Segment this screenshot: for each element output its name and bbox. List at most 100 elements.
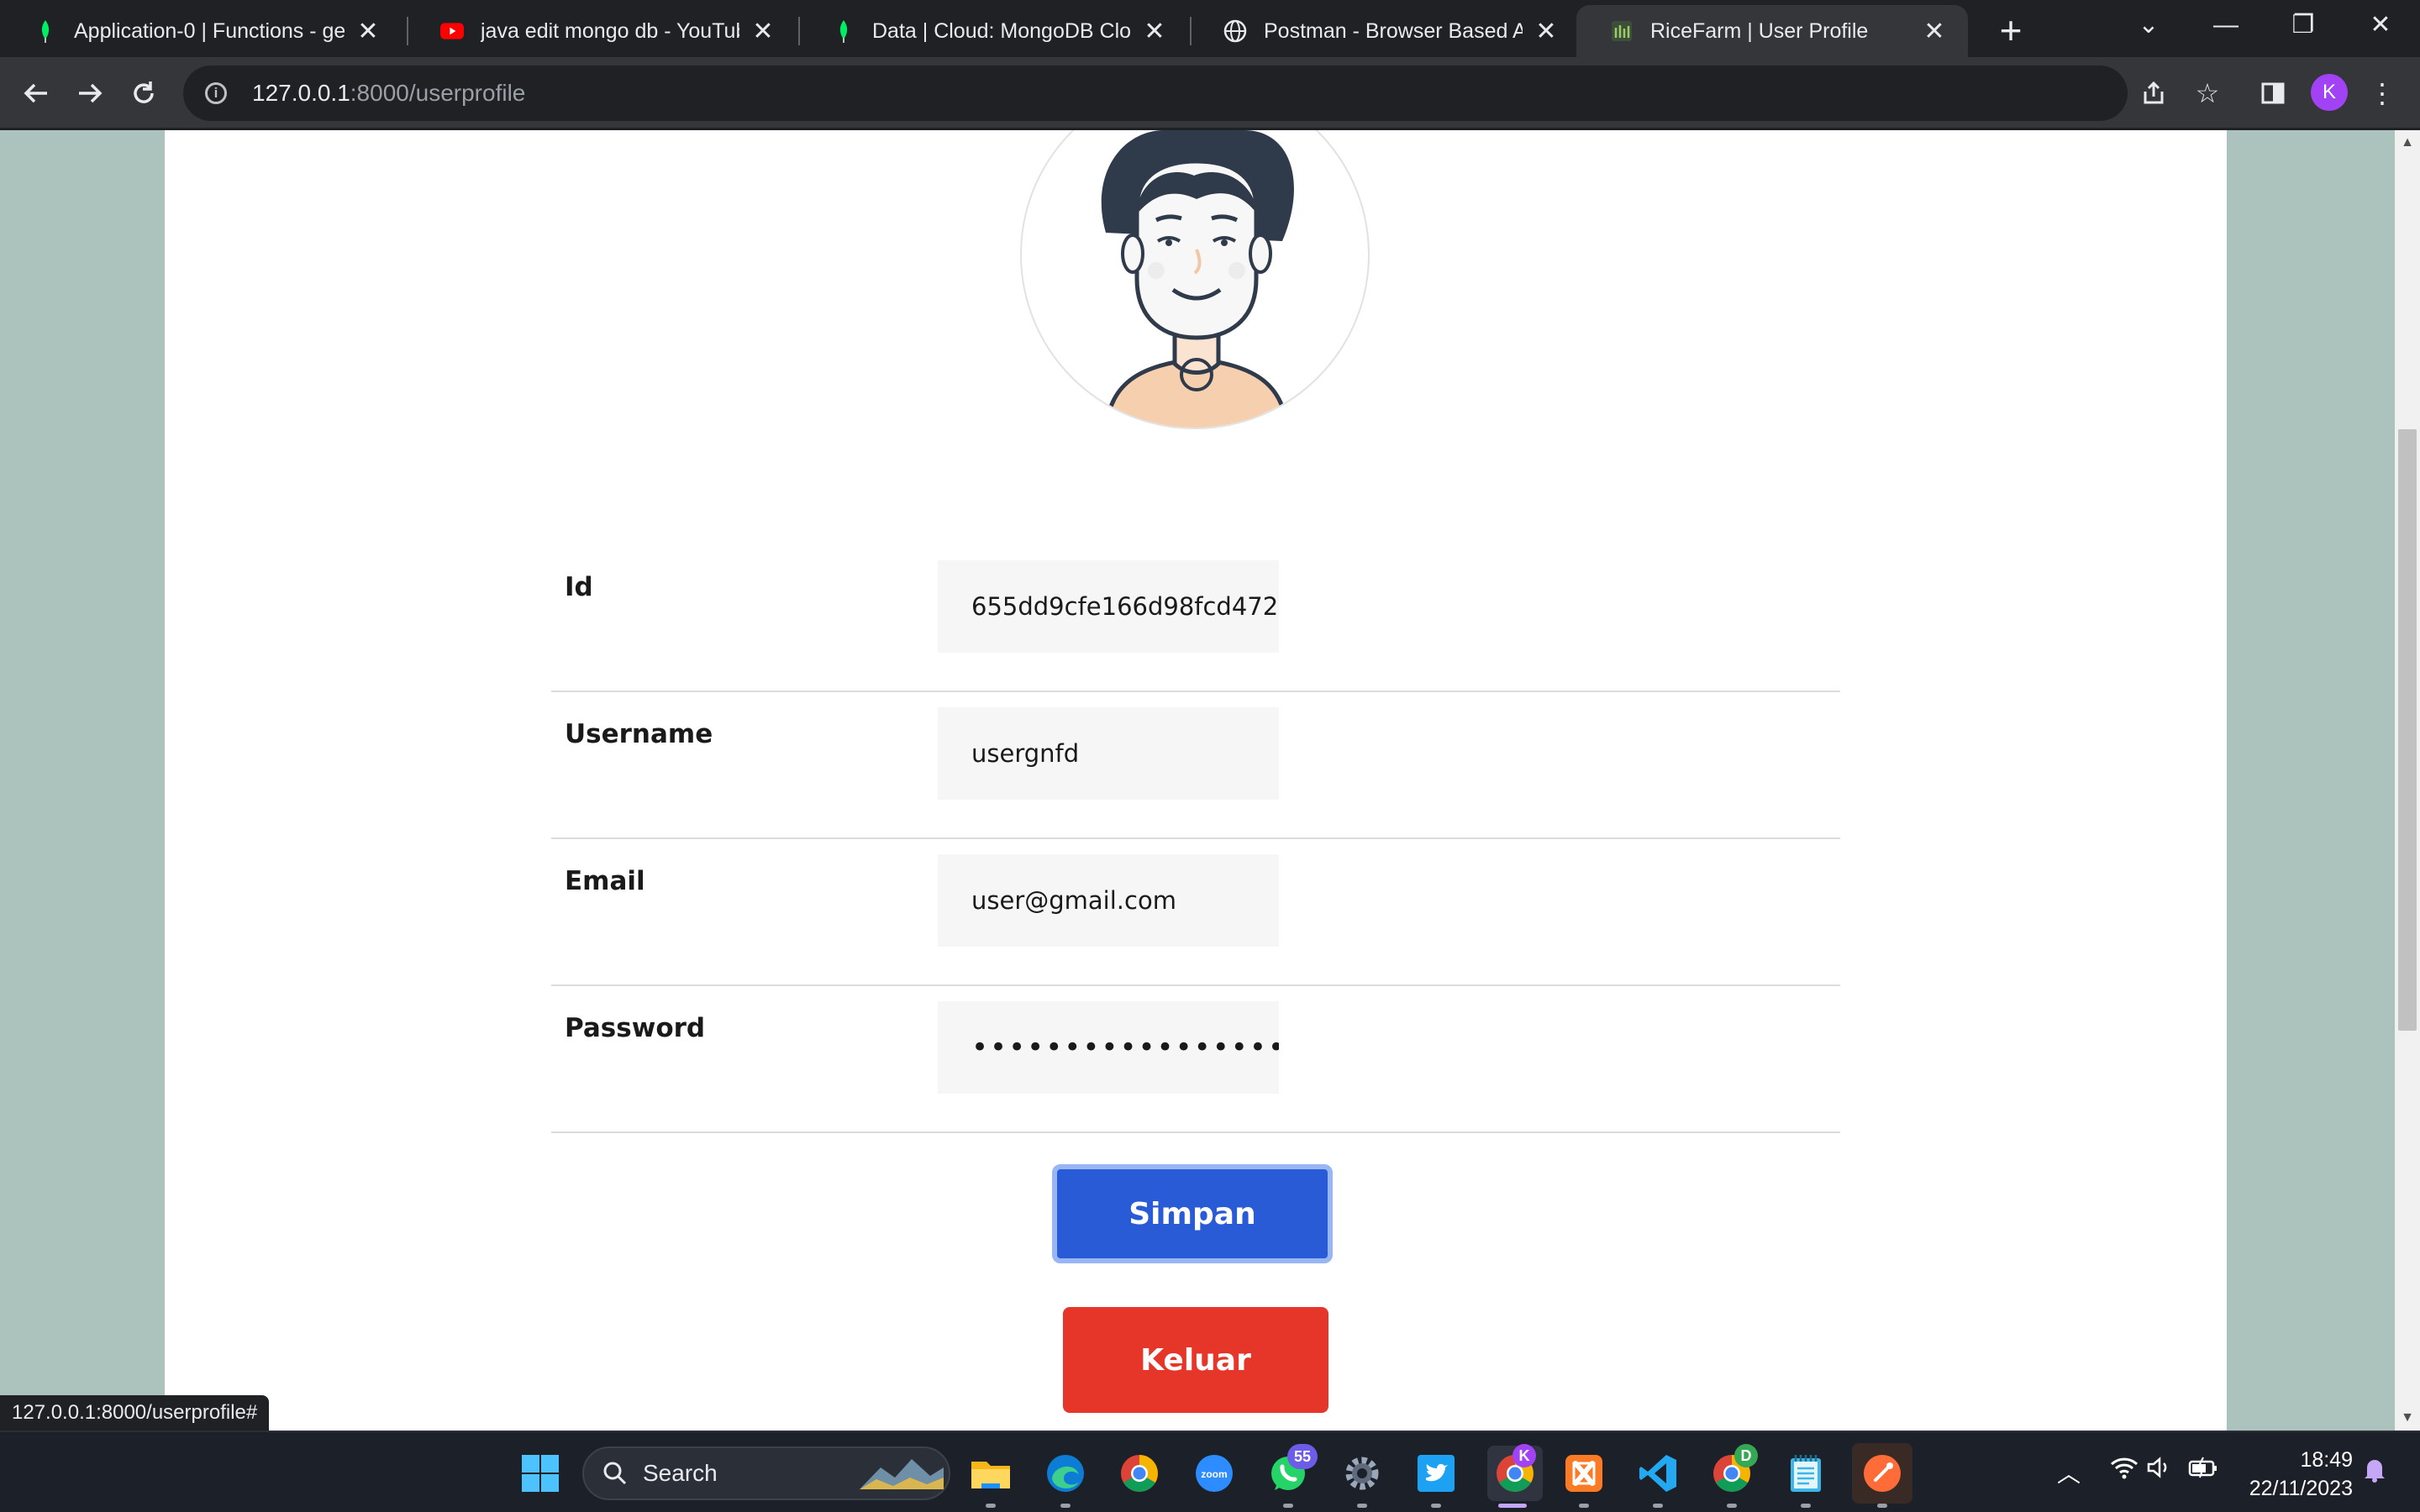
running-indicator xyxy=(1653,1504,1663,1508)
clock-time: 18:49 xyxy=(2300,1448,2353,1472)
email-field[interactable] xyxy=(938,854,1279,947)
postman-icon[interactable] xyxy=(1852,1443,1912,1504)
running-indicator xyxy=(986,1504,996,1508)
running-indicator xyxy=(1801,1504,1811,1508)
user-avatar-image xyxy=(1020,130,1370,429)
taskbar-clock[interactable]: 18:49 22/11/2023 xyxy=(2227,1446,2353,1503)
tab-title: RiceFarm | User Profile xyxy=(1650,18,1869,43)
save-button[interactable]: Simpan xyxy=(1052,1164,1333,1263)
running-indicator xyxy=(1060,1504,1071,1508)
search-highlight-icon xyxy=(860,1452,944,1495)
forward-arrow-icon[interactable] xyxy=(67,71,113,116)
vertical-scrollbar[interactable]: ▲ ▼ xyxy=(2395,130,2420,1431)
vscode-icon[interactable] xyxy=(1635,1451,1681,1496)
bookmark-star-icon[interactable]: ☆ xyxy=(2185,71,2230,116)
tab-title: java edit mongo db - YouTube xyxy=(481,18,739,43)
svg-text:zoom: zoom xyxy=(1201,1468,1227,1480)
scrollbar-thumb[interactable] xyxy=(2398,429,2417,1031)
id-label: Id xyxy=(565,572,593,602)
close-window-button[interactable]: ✕ xyxy=(2343,0,2418,50)
restore-button[interactable]: ❐ xyxy=(2265,0,2341,50)
tray-overflow-chevron-icon[interactable]: ︿ xyxy=(2052,1456,2086,1489)
youtube-icon xyxy=(440,19,464,43)
id-field[interactable] xyxy=(938,560,1279,653)
more-menu-icon[interactable]: ⋮ xyxy=(2360,71,2405,116)
scroll-up-arrow-icon[interactable]: ▲ xyxy=(2395,130,2420,155)
ricefarm-icon xyxy=(1610,19,1634,43)
edge-icon[interactable] xyxy=(1043,1451,1088,1496)
chrome-profile-d-badge: D xyxy=(1734,1444,1758,1467)
password-label: Password xyxy=(565,1013,706,1043)
address-bar[interactable]: i 127.0.0.1:8000/userprofile xyxy=(183,66,2128,121)
chrome-icon[interactable] xyxy=(1117,1451,1162,1496)
whatsapp-unread-badge: 55 xyxy=(1287,1444,1318,1469)
running-indicator xyxy=(1431,1504,1441,1508)
notepad-icon[interactable] xyxy=(1783,1451,1828,1496)
wifi-icon[interactable] xyxy=(2107,1456,2141,1485)
tab-postman[interactable]: Postman - Browser Based Auth ✕ xyxy=(1190,5,1580,57)
running-indicator xyxy=(1579,1504,1589,1508)
share-icon[interactable] xyxy=(2131,71,2176,116)
back-arrow-icon[interactable] xyxy=(13,71,59,116)
status-bar-url: 127.0.0.1:8000/userprofile# xyxy=(0,1395,270,1431)
username-label: Username xyxy=(565,719,713,749)
new-tab-button[interactable]: + xyxy=(1988,8,2033,54)
tab-youtube[interactable]: java edit mongo db - YouTube ✕ xyxy=(407,5,797,57)
search-icon xyxy=(603,1462,627,1485)
profile-avatar[interactable]: K xyxy=(2311,74,2348,111)
password-field[interactable] xyxy=(938,1001,1279,1094)
mongodb-leaf-icon xyxy=(832,19,855,43)
tab-close-icon[interactable]: ✕ xyxy=(748,17,778,46)
tab-title: Application-0 | Functions - getU xyxy=(74,18,345,43)
taskbar-search-box[interactable]: Search xyxy=(582,1446,950,1500)
running-indicator xyxy=(1727,1504,1737,1508)
username-field[interactable] xyxy=(938,707,1279,800)
battery-charging-icon[interactable] xyxy=(2186,1456,2220,1485)
tab-title: Postman - Browser Based Auth xyxy=(1264,18,1523,43)
profile-form: Id Username Email Password xyxy=(551,545,1840,1133)
form-row-username: Username xyxy=(551,692,1840,839)
clock-date: 22/11/2023 xyxy=(2249,1477,2353,1500)
form-row-password: Password xyxy=(551,986,1840,1133)
file-explorer-icon[interactable] xyxy=(968,1451,1013,1496)
url-path: :8000/userprofile xyxy=(350,80,526,106)
tab-close-icon[interactable]: ✕ xyxy=(1139,17,1170,46)
side-panel-icon[interactable] xyxy=(2250,71,2296,116)
running-indicator xyxy=(1357,1504,1367,1508)
tab-close-icon[interactable]: ✕ xyxy=(353,17,383,46)
active-indicator xyxy=(1498,1504,1527,1508)
tab-close-icon[interactable]: ✕ xyxy=(1919,17,1949,46)
form-row-email: Email xyxy=(551,839,1840,986)
email-label: Email xyxy=(565,866,645,896)
notification-bell-icon[interactable] xyxy=(2358,1456,2391,1488)
running-indicator xyxy=(1283,1504,1293,1508)
running-indicator xyxy=(1877,1504,1887,1508)
site-info-icon[interactable]: i xyxy=(205,82,227,104)
url-host: 127.0.0.1 xyxy=(252,80,350,106)
settings-gear-icon[interactable] xyxy=(1339,1451,1385,1496)
chrome-profile-badge: K xyxy=(1512,1444,1536,1467)
volume-icon[interactable] xyxy=(2143,1456,2176,1485)
profile-page: Id Username Email Password Simpan Keluar xyxy=(165,130,2227,1431)
logout-button[interactable]: Keluar xyxy=(1063,1307,1328,1413)
tab-mongodb-cloud[interactable]: Data | Cloud: MongoDB Cloud ✕ xyxy=(798,5,1188,57)
tab-ricefarm-user-profile[interactable]: RiceFarm | User Profile ✕ xyxy=(1576,5,1968,57)
reload-icon[interactable] xyxy=(121,71,166,116)
twitter-icon[interactable] xyxy=(1413,1451,1459,1496)
windows-taskbar: Search zoom 55 K D ︿ 18:49 22/11/2023 xyxy=(0,1431,2420,1512)
search-placeholder: Search xyxy=(643,1460,718,1486)
minimize-button[interactable]: — xyxy=(2188,0,2264,50)
tab-close-icon[interactable]: ✕ xyxy=(1531,17,1561,46)
form-row-id: Id xyxy=(551,545,1840,692)
browser-toolbar: i 127.0.0.1:8000/userprofile ☆ ⋮ xyxy=(0,57,2420,129)
page-viewport: Id Username Email Password Simpan Keluar… xyxy=(0,130,2420,1431)
globe-icon xyxy=(1223,19,1247,43)
tab-application-0[interactable]: Application-0 | Functions - getU ✕ xyxy=(0,5,402,57)
xampp-icon[interactable] xyxy=(1561,1451,1607,1496)
tab-search-chevron-icon[interactable]: ⌄ xyxy=(2111,0,2186,50)
windows-start-icon[interactable] xyxy=(518,1451,563,1496)
scroll-down-arrow-icon[interactable]: ▼ xyxy=(2395,1405,2420,1431)
mongodb-leaf-icon xyxy=(34,19,57,43)
zoom-icon[interactable]: zoom xyxy=(1192,1451,1237,1496)
tab-strip: Application-0 | Functions - getU ✕ java … xyxy=(0,0,2420,57)
